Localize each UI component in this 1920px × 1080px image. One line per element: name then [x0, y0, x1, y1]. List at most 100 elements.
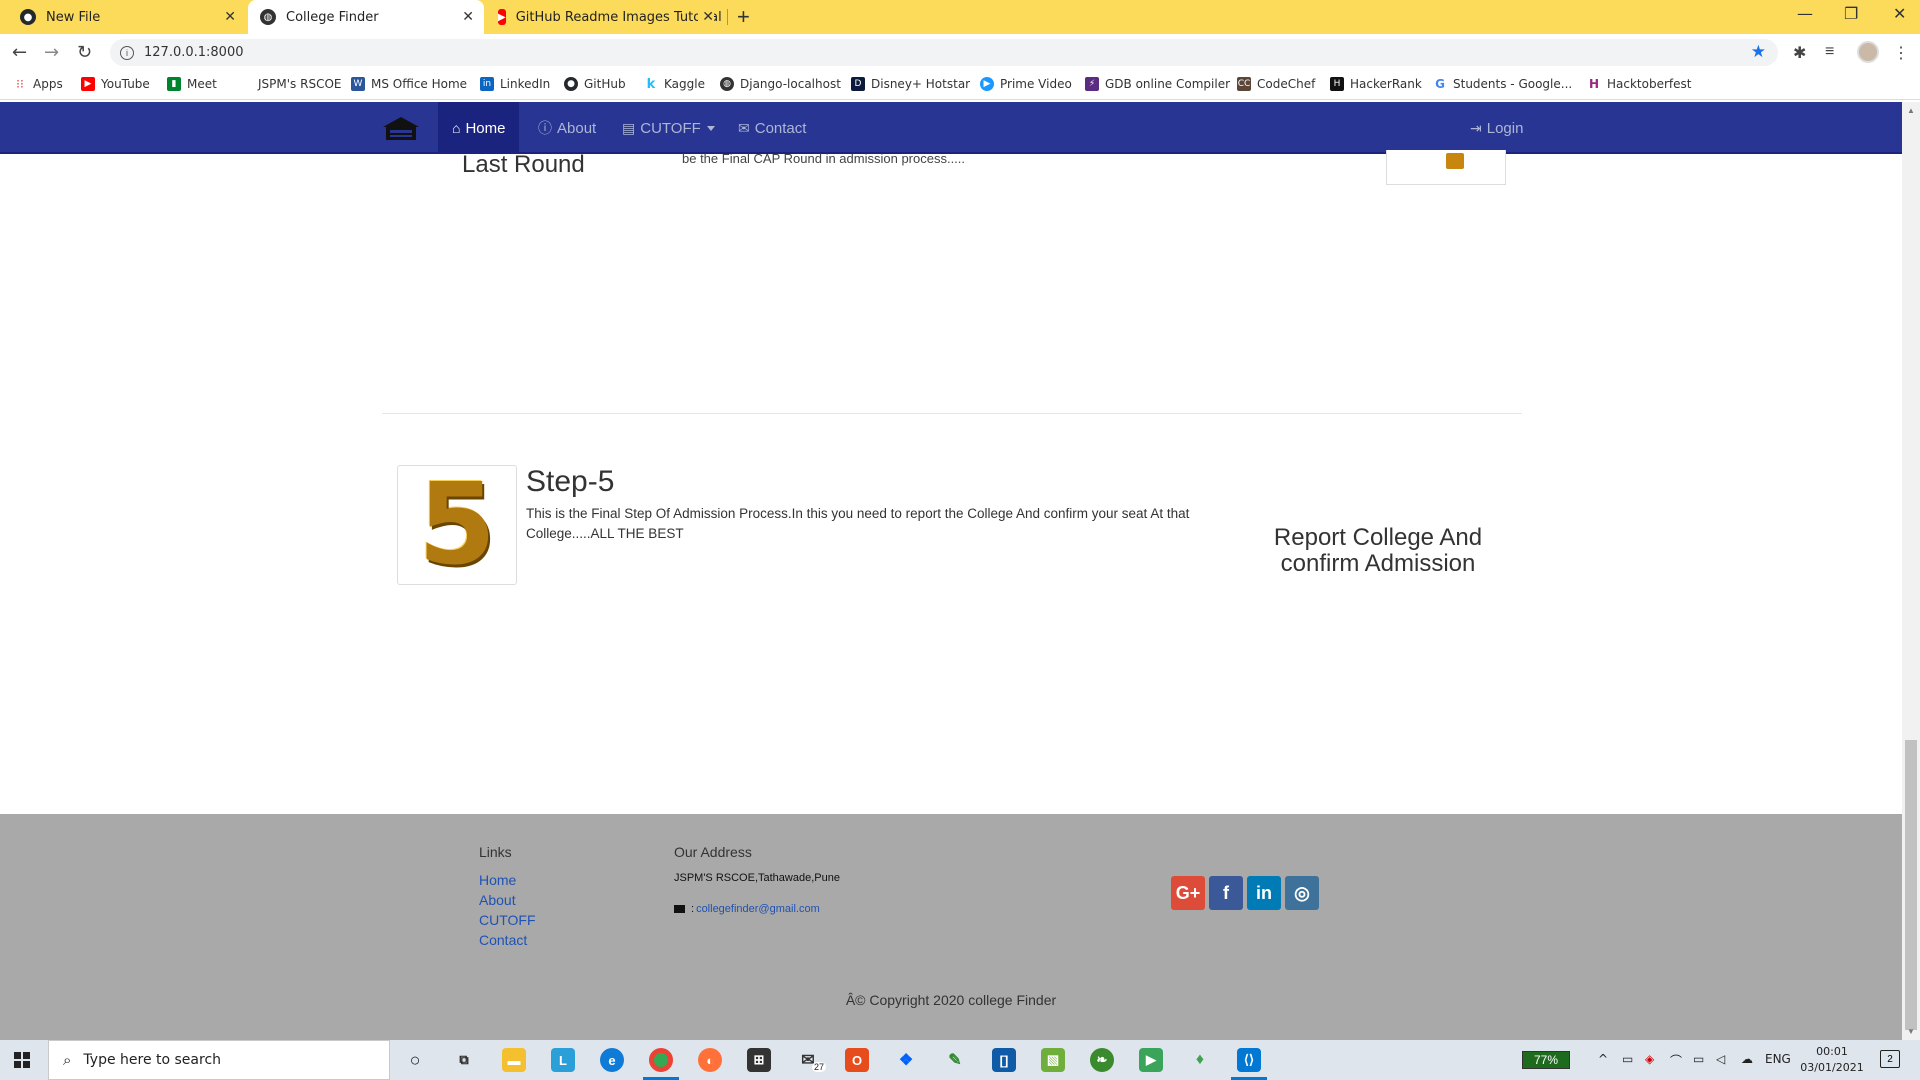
- office-icon[interactable]: O: [845, 1048, 869, 1072]
- site-info-icon[interactable]: i: [120, 45, 134, 60]
- footer-link-home[interactable]: Home: [479, 872, 516, 888]
- firefox-icon[interactable]: ◐: [698, 1048, 722, 1072]
- tab-title: College Finder: [286, 9, 379, 25]
- scroll-up-icon[interactable]: ▲: [1907, 106, 1915, 115]
- tab-title: GitHub Readme Images Tutorial: [515, 9, 722, 25]
- bookmark-hacktoberfest[interactable]: H Hacktoberfest: [1587, 77, 1692, 91]
- bookmark-ms-office[interactable]: W MS Office Home: [351, 77, 467, 91]
- bookmark-hotstar[interactable]: D Disney+ Hotstar: [851, 77, 970, 91]
- nav-contact[interactable]: ✉ Contact: [724, 102, 820, 154]
- bookmark-apps[interactable]: ⁝⁝ Apps: [13, 77, 63, 91]
- file-explorer-icon[interactable]: ▬: [502, 1048, 526, 1072]
- battery-indicator[interactable]: 77%: [1522, 1051, 1570, 1069]
- page-scrollbar[interactable]: ▲ ▼: [1902, 102, 1920, 1040]
- mongodb-icon[interactable]: ♦: [1188, 1048, 1212, 1072]
- taskbar-clock[interactable]: 00:01 03/01/2021: [1796, 1044, 1868, 1076]
- tab-new-file[interactable]: ● New File ✕: [8, 0, 246, 34]
- search-placeholder[interactable]: Type here to search: [83, 1052, 221, 1068]
- url-text[interactable]: 127.0.0.1:8000: [144, 45, 244, 60]
- bracket-app-icon[interactable]: []: [992, 1048, 1016, 1072]
- extensions-icon[interactable]: ✱: [1793, 43, 1806, 63]
- nav-login[interactable]: ⇥ Login: [1456, 102, 1537, 154]
- close-tab-icon[interactable]: ✕: [462, 9, 474, 25]
- nav-about[interactable]: ⓘ About: [524, 102, 610, 154]
- edge-icon[interactable]: e: [600, 1048, 624, 1072]
- chart-app-icon[interactable]: ▧: [1041, 1048, 1065, 1072]
- facebook-icon[interactable]: f: [1209, 876, 1243, 910]
- language-indicator[interactable]: ENG: [1765, 1052, 1791, 1066]
- antivirus-icon[interactable]: ◈: [1645, 1052, 1654, 1066]
- media-control-icon[interactable]: ≡: [1825, 43, 1834, 61]
- scrollbar-thumb[interactable]: [1905, 740, 1917, 1030]
- footer-link-about[interactable]: About: [479, 892, 516, 908]
- google-plus-icon[interactable]: G+: [1171, 876, 1205, 910]
- close-tab-icon[interactable]: ✕: [224, 9, 236, 25]
- battery-tray-icon[interactable]: ▭: [1693, 1052, 1704, 1066]
- back-icon[interactable]: ←: [12, 42, 27, 63]
- bookmark-github[interactable]: ● GitHub: [564, 77, 626, 91]
- store-icon[interactable]: ⊞: [747, 1048, 771, 1072]
- email-colon: :: [691, 903, 695, 915]
- close-tab-icon[interactable]: ✕: [698, 9, 714, 25]
- bookmark-label: LinkedIn: [500, 77, 551, 91]
- minimize-icon[interactable]: —: [1797, 4, 1813, 23]
- omnibox[interactable]: i 127.0.0.1:8000 ★: [110, 39, 1778, 66]
- media-app-icon[interactable]: ▶: [1139, 1048, 1163, 1072]
- bookmark-linkedin[interactable]: in LinkedIn: [480, 77, 550, 91]
- bookmark-kaggle[interactable]: k Kaggle: [644, 77, 705, 92]
- vscode-icon[interactable]: ⟨⟩: [1237, 1048, 1261, 1072]
- pen-tool-icon[interactable]: ✎: [943, 1048, 967, 1072]
- restore-icon[interactable]: ❐: [1844, 4, 1858, 23]
- bookmark-gdb-compiler[interactable]: ⚡ GDB online Compiler: [1085, 77, 1230, 91]
- close-window-icon[interactable]: ✕: [1893, 4, 1906, 23]
- linkedin-icon[interactable]: in: [1247, 876, 1281, 910]
- forward-icon[interactable]: →: [44, 42, 59, 63]
- profile-avatar[interactable]: [1857, 41, 1879, 63]
- bookmark-students-google[interactable]: G Students - Google...: [1433, 77, 1572, 91]
- windows-start-icon[interactable]: [14, 1052, 30, 1068]
- reload-icon[interactable]: ↻: [77, 42, 92, 63]
- task-view-icon[interactable]: ⧉: [452, 1048, 476, 1072]
- footer-email-row[interactable]: : collegefinder@gmail.com: [674, 903, 820, 915]
- footer-address: JSPM'S RSCOE,Tathawade,Pune: [674, 872, 840, 884]
- scroll-down-icon[interactable]: ▼: [1907, 1027, 1915, 1036]
- bookmark-codechef[interactable]: CC CodeChef: [1237, 77, 1315, 91]
- footer-link-cutoff[interactable]: CUTOFF: [479, 912, 536, 928]
- show-hidden-icons-icon[interactable]: ^: [1598, 1052, 1608, 1066]
- bookmark-label: Hacktoberfest: [1607, 77, 1692, 91]
- volume-icon[interactable]: ◁: [1716, 1052, 1725, 1066]
- dropbox-icon[interactable]: ❖: [894, 1048, 918, 1072]
- footer-copyright: Â© Copyright 2020 college Finder: [845, 992, 1057, 1008]
- bookmark-django-localhost[interactable]: ◍ Django-localhost: [720, 77, 841, 91]
- menu-kebab-icon[interactable]: ⋮: [1893, 43, 1909, 63]
- bookmark-hackerrank[interactable]: H HackerRank: [1330, 77, 1422, 91]
- bookmark-prime-video[interactable]: ▶ Prime Video: [980, 77, 1072, 91]
- tab-title: New File: [46, 9, 101, 25]
- notification-center-icon[interactable]: 2: [1880, 1050, 1900, 1068]
- bookmark-meet[interactable]: ▮ Meet: [167, 77, 217, 91]
- taskbar-search-box[interactable]: ⌕ Type here to search: [48, 1040, 390, 1080]
- bookmark-star-icon[interactable]: ★: [1751, 42, 1766, 62]
- address-bar-row: ← → ↻ i 127.0.0.1:8000 ★ ✱ ≡ ⋮: [0, 34, 1920, 70]
- chrome-icon[interactable]: [649, 1048, 673, 1072]
- step5-side-heading: Report College And confirm Admission: [1273, 524, 1483, 577]
- footer-link-contact[interactable]: Contact: [479, 932, 527, 948]
- leaf-app-icon[interactable]: ❧: [1090, 1048, 1114, 1072]
- l-app-icon[interactable]: L: [551, 1048, 575, 1072]
- tab-college-finder[interactable]: ◍ College Finder ✕: [248, 0, 484, 34]
- wifi-icon[interactable]: ⌒: [1670, 1052, 1682, 1069]
- instagram-icon[interactable]: ◎: [1285, 876, 1319, 910]
- nav-home[interactable]: ⌂ Home: [438, 102, 520, 154]
- college-logo-icon[interactable]: [382, 116, 420, 142]
- onedrive-icon[interactable]: ☁: [1741, 1052, 1753, 1066]
- nav-cutoff-dropdown[interactable]: ▤ CUTOFF: [608, 102, 729, 154]
- home-icon: ⌂: [452, 120, 461, 136]
- meet-now-icon[interactable]: ▭: [1622, 1052, 1633, 1066]
- footer-email[interactable]: collegefinder@gmail.com: [696, 903, 820, 915]
- youtube-icon: ▶: [81, 77, 95, 91]
- bookmark-rscoe[interactable]: JSPM's RSCOE: [238, 77, 341, 91]
- new-tab-icon[interactable]: +: [737, 4, 750, 30]
- cortana-icon[interactable]: ○: [403, 1048, 427, 1072]
- bookmark-youtube[interactable]: ▶ YouTube: [81, 77, 150, 91]
- tab-github-readme-tutorial[interactable]: ▶ GitHub Readme Images Tutorial ✕: [486, 0, 724, 34]
